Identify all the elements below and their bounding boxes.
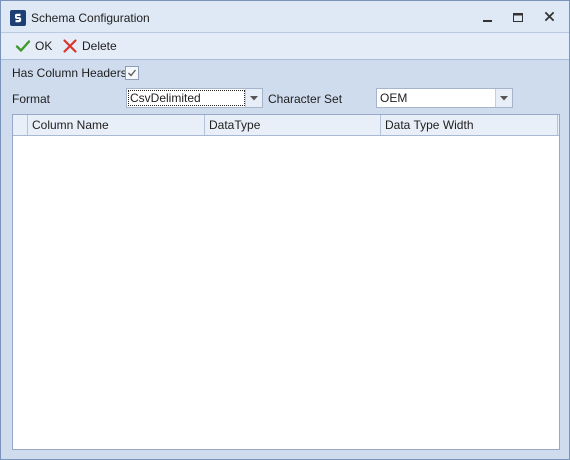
character-set-value: OEM [380,91,408,105]
character-set-label: Character Set [268,92,343,106]
check-icon [15,40,31,52]
delete-button[interactable]: Delete [62,36,117,56]
maximize-icon [513,13,523,22]
maximize-button[interactable] [507,7,529,27]
column-header-datatype[interactable]: DataType [205,115,381,135]
grid-header: Column Name DataType Data Type Width [13,115,559,136]
has-column-headers-label: Has Column Headers [12,66,127,80]
checkmark-icon [128,69,137,77]
schema-configuration-window: Schema Configuration OK Delete Has Colum… [0,0,570,460]
delete-button-label: Delete [82,39,117,53]
close-icon [544,11,555,22]
schema-columns-grid[interactable]: Column Name DataType Data Type Width [12,114,560,450]
ok-button[interactable]: OK [15,36,52,56]
grid-body[interactable] [13,136,559,449]
has-column-headers-checkbox[interactable] [125,66,139,80]
window-title: Schema Configuration [31,11,150,25]
format-select[interactable]: CsvDelimited [126,88,263,108]
app-logo-icon [10,10,26,26]
format-value: CsvDelimited [128,90,245,106]
format-label: Format [12,92,51,106]
column-header-column-name[interactable]: Column Name [28,115,205,135]
character-set-select[interactable]: OEM [376,88,513,108]
character-set-dropdown-button[interactable] [495,89,512,107]
row-indicator-header [13,115,28,135]
x-icon [63,39,77,53]
minimize-icon [483,20,492,22]
title-bar[interactable]: Schema Configuration [1,1,569,32]
chevron-down-icon [500,96,508,101]
column-header-data-type-width[interactable]: Data Type Width [381,115,558,135]
toolbar: OK Delete [1,32,569,60]
ok-button-label: OK [35,39,53,53]
close-button[interactable] [539,7,561,27]
chevron-down-icon [250,96,258,101]
minimize-button[interactable] [477,7,499,27]
format-dropdown-button[interactable] [245,89,262,107]
